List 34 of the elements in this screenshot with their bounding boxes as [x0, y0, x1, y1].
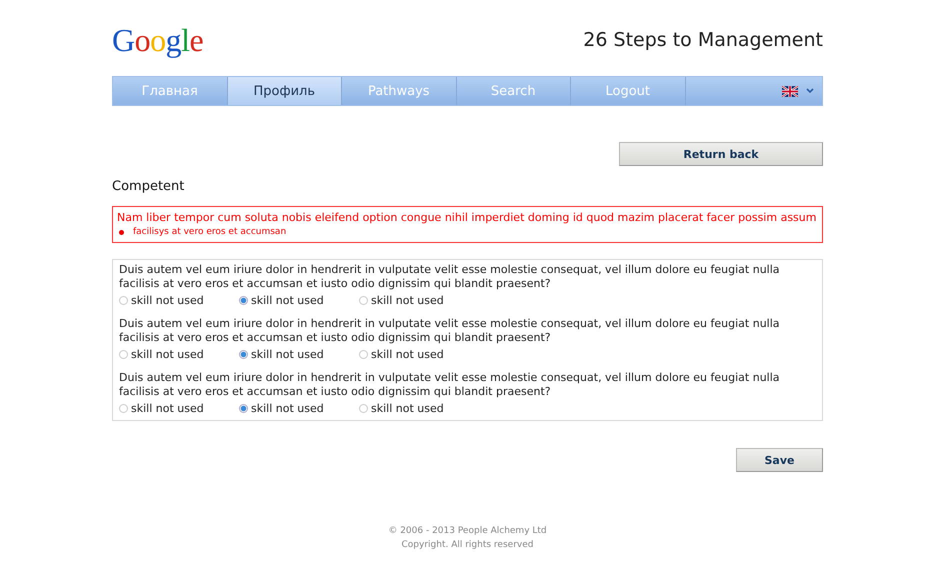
site-title: 26 Steps to Management [583, 29, 823, 51]
radio-button[interactable] [239, 404, 248, 413]
bullet-icon [119, 230, 124, 234]
error-message: Nam liber tempor cum soluta nobis eleifend option congue nihil imperdiet doming id quod mazim placerat facer possim assum [117, 211, 818, 224]
radio-button[interactable] [359, 404, 368, 413]
footer-text: © 2006 - 2013 People Alchemy Ltd [387, 525, 548, 538]
option-label[interactable]: skill not used [251, 402, 324, 415]
error-item: facilisys at vero eros et accumsan [133, 227, 286, 237]
option-label[interactable]: skill not used [371, 294, 444, 307]
radio-button[interactable] [239, 350, 248, 359]
return-back-button[interactable]: Return back [619, 142, 823, 166]
question-text: Duis autem vel eum iriure dolor in hendrerit in vulputate velit esse molestie consequat, vel illum dolore eu feugiat nulla facilisis at vero eros et accumsan et iusto odio dignissim qui blandit praesent? [119, 371, 781, 399]
option-label[interactable]: skill not used [251, 348, 324, 361]
option-label[interactable]: skill not used [131, 294, 204, 307]
question-text: Duis autem vel eum iriure dolor in hendrerit in vulputate velit esse molestie consequat, vel illum dolore eu feugiat nulla facilisis at vero eros et accumsan et iusto odio dignissim qui blandit praesent? [119, 263, 781, 291]
option-label[interactable]: skill not used [131, 402, 204, 415]
radio-button[interactable] [119, 404, 128, 413]
logo: Google [112, 24, 204, 56]
question-text: Duis autem vel eum iriure dolor in hendrerit in vulputate velit esse molestie consequat, vel illum dolore eu feugiat nulla facilisis at vero eros et accumsan et iusto odio dignissim qui blandit praesent? [119, 317, 781, 345]
option-label[interactable]: skill not used [131, 348, 204, 361]
option-label[interactable]: skill not used [251, 294, 324, 307]
radio-button[interactable] [239, 296, 248, 305]
option-label[interactable]: skill not used [371, 348, 444, 361]
radio-button[interactable] [359, 296, 368, 305]
save-button[interactable]: Save [736, 448, 823, 472]
radio-button[interactable] [359, 350, 368, 359]
radio-button[interactable] [119, 296, 128, 305]
footer-text: Copyright. All rights reserved [400, 539, 534, 552]
nav-tab[interactable]: Профиль [228, 77, 342, 105]
uk-flag-icon[interactable] [782, 86, 798, 96]
chevron-down-icon[interactable] [806, 88, 814, 94]
section-title: Competent [112, 179, 186, 194]
radio-button[interactable] [119, 350, 128, 359]
option-label[interactable]: skill not used [371, 402, 444, 415]
